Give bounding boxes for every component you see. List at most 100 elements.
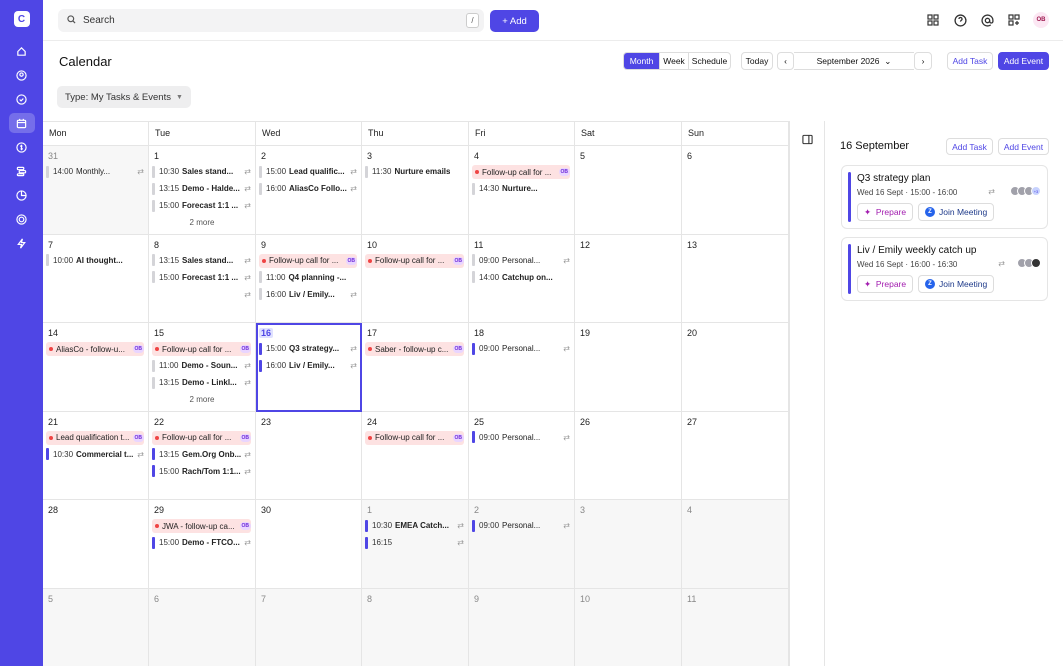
calendar-event[interactable]: 14:30 Nurture... [472,182,570,195]
calendar-event[interactable]: Follow-up call for ... OB [152,430,251,445]
day-cell[interactable]: 9 Follow-up call for ... OB 11:00 Q4 plannin… [256,234,362,324]
calendar-event[interactable]: 13:15 Demo - Linkl... ⇄ [152,376,251,389]
calendar-event[interactable]: 16:00 AliasCo Follo... ⇄ [259,182,357,195]
day-cell[interactable]: 23 [256,411,362,501]
day-cell[interactable]: 2 15:00 Lead qualific... ⇄ 16:00 AliasCo Foll… [256,146,362,235]
day-cell[interactable]: 13 [682,234,789,324]
contacts-icon[interactable] [9,65,35,85]
day-cell[interactable]: 5 [575,146,682,235]
event-card[interactable]: Liv / Emily weekly catch up Wed 16 Sept … [841,237,1048,301]
calendar-event[interactable]: 09:00 Personal... ⇄ [472,431,570,444]
view-month-button[interactable]: Month [624,53,659,69]
today-button[interactable]: Today [741,52,773,70]
day-cell[interactable]: 22 Follow-up call for ... OB 13:15 Gem.Org O… [149,411,256,501]
day-cell[interactable]: 4 [682,500,789,589]
prepare-button[interactable]: ✦ Prepare [857,275,914,293]
day-cell[interactable]: 1 10:30 Sales stand... ⇄ 13:15 Demo - Halde..… [149,146,256,235]
calendar-event[interactable]: 09:00 Personal... ⇄ [472,254,570,267]
day-cell[interactable]: 29 JWA - follow-up ca... OB 15:00 Demo - FTC… [149,500,256,589]
calendar-event[interactable]: 15:00 Forecast 1:1 ... ⇄ [152,199,251,212]
help-icon[interactable] [952,12,968,28]
calendar-icon[interactable] [8,113,35,133]
calendar-event[interactable]: 15:00 Demo - FTCO... ⇄ [152,536,251,549]
day-cell[interactable]: 24 Follow-up call for ... OB [362,411,469,501]
calendar-event[interactable]: 10:30 Sales stand... ⇄ [152,165,251,178]
panel-add-task-button[interactable]: Add Task [946,138,993,155]
view-week-button[interactable]: Week [659,53,688,69]
day-cell[interactable]: 15 Follow-up call for ... OB 11:00 Demo - So… [149,323,256,412]
calendar-event[interactable]: 11:30 Nurture emails [365,165,464,178]
day-cell[interactable]: 6 [149,589,256,666]
reports-icon[interactable] [9,185,35,205]
day-cell[interactable]: 21 Lead qualification t... OB 10:30 Commerci… [43,411,149,501]
calendar-event[interactable]: 14:00 Catchup on... [472,271,570,284]
view-schedule-button[interactable]: Schedule [688,53,730,69]
calendar-event[interactable]: Lead qualification t... OB [46,430,144,445]
calendar-event[interactable]: JWA - follow-up ca... OB [152,519,251,534]
day-cell[interactable]: 18 09:00 Personal... ⇄ [469,323,575,412]
more-events-link[interactable]: 2 more [149,395,255,404]
day-cell[interactable]: 17 Saber - follow-up c... OB [362,323,469,412]
day-cell[interactable]: 12 [575,234,682,324]
calendar-event[interactable]: 16:15 ⇄ [365,536,464,549]
calendar-event[interactable]: 15:00 Q3 strategy... ⇄ [259,342,357,355]
calendar-event[interactable]: Follow-up call for ... OB [259,253,357,268]
calendar-event[interactable]: 15:00 Rach/Tom 1:1... ⇄ [152,465,251,478]
day-cell[interactable]: 14 AliasCo - follow-u... OB [43,323,149,412]
calendar-event[interactable]: 11:00 Demo - Soun... ⇄ [152,359,251,372]
calendar-event[interactable]: 11:00 Q4 planning -... [259,271,357,284]
calendar-event[interactable]: 13:15 Sales stand... ⇄ [152,254,251,267]
day-cell[interactable]: 6 [682,146,789,235]
calendar-event[interactable]: 15:00 Lead qualific... ⇄ [259,165,357,178]
home-icon[interactable] [9,41,35,61]
toggle-side-panel-icon[interactable] [802,134,813,147]
calendar-event[interactable]: 10:30 Commercial t... ⇄ [46,448,144,461]
goals-icon[interactable] [9,209,35,229]
calendar-event[interactable]: 09:00 Personal... ⇄ [472,519,570,532]
day-cell[interactable]: 26 [575,411,682,501]
calendar-event[interactable]: 10:30 EMEA Catch... ⇄ [365,519,464,532]
day-cell[interactable]: 5 [43,589,149,666]
day-cell[interactable]: 20 [682,323,789,412]
calendar-event[interactable]: 10:00 AI thought... [46,254,144,267]
day-cell[interactable]: 4 Follow-up call for ... OB 14:30 Nurture... [469,146,575,235]
calendar-event[interactable]: 15:00 Forecast 1:1 ... ⇄ [152,271,251,284]
day-cell[interactable]: 7 [256,589,362,666]
prepare-button[interactable]: ✦ Prepare [857,203,914,221]
join-meeting-button[interactable]: Z Join Meeting [918,275,995,293]
join-meeting-button[interactable]: Z Join Meeting [918,203,995,221]
calendar-event[interactable]: 14:00 Monthly... ⇄ [46,165,144,178]
month-picker[interactable]: September 2026 ⌄ [794,52,914,70]
day-cell[interactable]: 11 [682,589,789,666]
calendar-event[interactable]: 13:15 Gem.Org Onb... ⇄ [152,448,251,461]
next-month-button[interactable]: › [914,52,932,70]
day-cell[interactable]: 3 [575,500,682,589]
day-cell[interactable]: 10 Follow-up call for ... OB [362,234,469,324]
calendar-event[interactable]: ⇄ [152,288,251,301]
day-cell[interactable]: 25 09:00 Personal... ⇄ [469,411,575,501]
day-cell[interactable]: 1 10:30 EMEA Catch... ⇄ 16:15 ⇄ [362,500,469,589]
calendar-event[interactable]: Follow-up call for ... OB [365,253,464,268]
add-button[interactable]: + Add [490,10,539,32]
day-cell[interactable]: 9 [469,589,575,666]
day-cell[interactable]: 8 [362,589,469,666]
calendar-event[interactable]: 13:15 Demo - Halde... ⇄ [152,182,251,195]
search-input[interactable]: Search / [58,9,484,32]
more-events-link[interactable]: 2 more [149,218,255,227]
pipelines-icon[interactable] [9,161,35,181]
prev-month-button[interactable]: ‹ [777,52,794,70]
add-task-button[interactable]: Add Task [947,52,993,70]
calendar-event[interactable]: AliasCo - follow-u... OB [46,342,144,357]
deals-icon[interactable] [9,137,35,157]
event-card[interactable]: Q3 strategy plan Wed 16 Sept · 15:00 - 1… [841,165,1048,229]
day-cell[interactable]: 28 [43,500,149,589]
tasks-icon[interactable] [9,89,35,109]
day-cell[interactable]: 31 14:00 Monthly... ⇄ [43,146,149,235]
day-cell[interactable]: 7 10:00 AI thought... [43,234,149,324]
calendar-event[interactable]: 16:00 Liv / Emily... ⇄ [259,359,357,372]
add-event-button[interactable]: Add Event [998,52,1049,70]
calendar-event[interactable]: 09:00 Personal... ⇄ [472,342,570,355]
mentions-icon[interactable] [979,12,995,28]
user-avatar[interactable]: OB [1033,12,1049,28]
type-filter-dropdown[interactable]: Type: My Tasks & Events ▼ [57,86,191,108]
